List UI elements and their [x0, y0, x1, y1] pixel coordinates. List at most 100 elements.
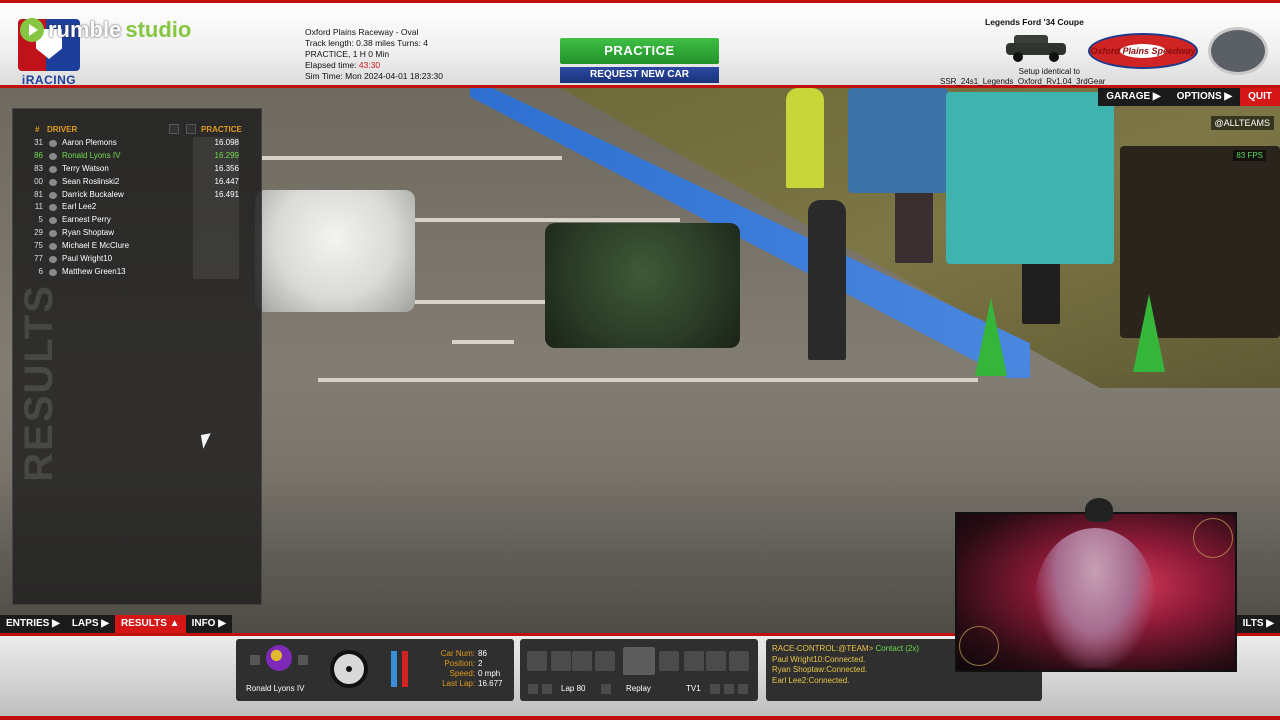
next-driver-icon[interactable]	[298, 655, 308, 665]
driver-name: Earl Lee2	[62, 202, 97, 212]
camera-label: TV1	[686, 684, 701, 693]
lap-down-icon[interactable]	[528, 684, 538, 694]
cone	[975, 298, 1007, 376]
prev-driver-icon[interactable]	[250, 655, 260, 665]
sort-toggle-icon[interactable]	[169, 124, 179, 134]
driver-helmet-icon	[49, 204, 57, 212]
streamer-silhouette	[1035, 528, 1155, 668]
tab-entries[interactable]: ENTRIES ▶	[0, 615, 66, 633]
prev-frame-icon[interactable]	[572, 651, 592, 671]
practice-button[interactable]: PRACTICE	[560, 38, 719, 64]
car-number: 83	[34, 163, 43, 173]
driver-name: Ryan Shoptaw	[62, 228, 115, 238]
setup-info: Setup identical to SSR_24s1_Legends_Oxfo…	[940, 67, 1105, 87]
skip-start-icon[interactable]	[551, 651, 571, 671]
iracing-logo-text: iRACING	[21, 73, 77, 87]
stat-row: Speed: 0 mph	[420, 669, 502, 679]
pause-icon[interactable]	[623, 647, 655, 675]
stat-value: 0 mph	[478, 669, 501, 678]
stat-row: Car Num: 86	[420, 649, 502, 659]
driver-name: Aaron Plemons	[62, 138, 117, 147]
elapsed-value: 43:30	[358, 60, 381, 70]
brake-bar	[402, 651, 408, 687]
result-row[interactable]: 31 Aaron Plemons 16.098	[13, 137, 263, 150]
rewind-icon[interactable]	[595, 651, 615, 671]
stat-row: Last Lap: 16.677	[420, 679, 502, 689]
skip-end-icon[interactable]	[706, 651, 726, 671]
car-number: 86	[34, 150, 43, 160]
next-frame-icon[interactable]	[684, 651, 704, 671]
lap-time: 16.299	[214, 150, 239, 160]
result-row-selected[interactable]: 86 Ronald Lyons IV 16.299	[13, 150, 263, 163]
garage-button[interactable]: GARAGE ▶	[1098, 88, 1168, 106]
results-watermark: RESULTS	[17, 284, 61, 482]
lap-time: 16.356	[214, 163, 239, 173]
driver-name: Sean Roslinski2	[62, 176, 120, 186]
bottom-tabs: ENTRIES ▶ LAPS ▶ RESULTS ▲ INFO ▶	[0, 615, 232, 633]
result-row[interactable]: 29 Ryan Shoptaw	[13, 227, 263, 240]
driver-helmet-icon	[49, 191, 57, 199]
header-driver[interactable]: DRIVER	[47, 125, 77, 134]
result-row[interactable]: 83 Terry Watson 16.356	[13, 163, 263, 176]
green-legends-car	[545, 223, 740, 348]
lap-time: 16.447	[214, 176, 239, 186]
fps-counter: 83 FPS	[1233, 150, 1266, 161]
car-number: 75	[34, 241, 43, 251]
result-row[interactable]: 81 Darrick Buckalew 16.491	[13, 189, 263, 202]
white-legends-car	[255, 190, 415, 312]
sim-time: Sim Time: Mon 2024-04-01 18:23:30	[305, 71, 443, 81]
camera-icon[interactable]	[729, 651, 749, 671]
car-number: 5	[38, 215, 43, 225]
driver-helmet-icon	[49, 256, 57, 264]
tab-results[interactable]: RESULTS ▲	[114, 615, 186, 633]
request-new-car-button[interactable]: REQUEST NEW CAR	[560, 67, 719, 83]
stat-value: 86	[478, 649, 487, 658]
result-row[interactable]: 75 Michael E McClure	[13, 240, 263, 253]
driver-helmet-icon	[49, 217, 57, 225]
driver-helmet-icon	[49, 140, 57, 147]
cam-cycle-icon[interactable]	[738, 684, 748, 694]
stat-label: Speed:	[449, 669, 475, 678]
track-logo-text: Oxford Plains Speedway	[1090, 46, 1196, 56]
lap-label: Lap 80	[561, 684, 586, 693]
step-forward-icon[interactable]	[527, 651, 547, 671]
cone	[1133, 294, 1165, 372]
header-practice[interactable]: PRACTICE	[201, 125, 242, 134]
cam-next-icon[interactable]	[724, 684, 734, 694]
car-number: 31	[34, 138, 43, 147]
rumble-text: rumble	[48, 17, 122, 42]
fast-forward-icon[interactable]	[659, 651, 679, 671]
options-button[interactable]: OPTIONS ▶	[1169, 88, 1240, 106]
replay-label: Replay	[626, 684, 651, 693]
car-number: 81	[34, 189, 43, 199]
car-stats: Car Num: 86 Position: 2 Speed: 0 mph Last L…	[420, 649, 503, 689]
driver-name: Darrick Buckalew	[62, 189, 124, 199]
series-logo-icon	[1208, 27, 1268, 75]
driver-helmet-icon	[49, 165, 57, 173]
stat-value: 2	[478, 659, 483, 668]
throttle-bar	[391, 651, 397, 687]
chat-prefix: RACE-CONTROL:@TEAM>	[772, 644, 876, 653]
lap-up-icon[interactable]	[542, 684, 552, 694]
result-row[interactable]: 6 Matthew Green13	[13, 266, 263, 279]
replay-toggle-icon[interactable]	[601, 684, 611, 694]
quit-button[interactable]: QUIT	[1240, 88, 1280, 106]
lap-time: 16.491	[214, 189, 239, 199]
elapsed-label: Elapsed time:	[305, 60, 359, 70]
stat-label: Position:	[444, 659, 475, 668]
cam-prev-icon[interactable]	[710, 684, 720, 694]
result-row[interactable]: 11 Earl Lee2	[13, 201, 263, 214]
chat-prefix: Paul Wright10:Connected.	[772, 654, 866, 664]
tab-info[interactable]: INFO ▶	[186, 615, 232, 633]
result-row[interactable]: 00 Sean Roslinski2 16.447	[13, 176, 263, 189]
car-number: 00	[34, 176, 43, 186]
tab-laps[interactable]: LAPS ▶	[66, 615, 115, 633]
track-line	[262, 156, 562, 160]
result-row[interactable]: 5 Earnest Perry	[13, 214, 263, 227]
sort-toggle-icon[interactable]	[186, 124, 196, 134]
results-list: 31 Aaron Plemons 16.098 86 Ronald Lyons IV 1…	[13, 137, 263, 279]
compass-icon	[1193, 518, 1233, 558]
car-number: 11	[34, 202, 43, 212]
tab-right-partial[interactable]: ILTS ▶	[1234, 615, 1280, 633]
result-row[interactable]: 77 Paul Wright10	[13, 253, 263, 266]
